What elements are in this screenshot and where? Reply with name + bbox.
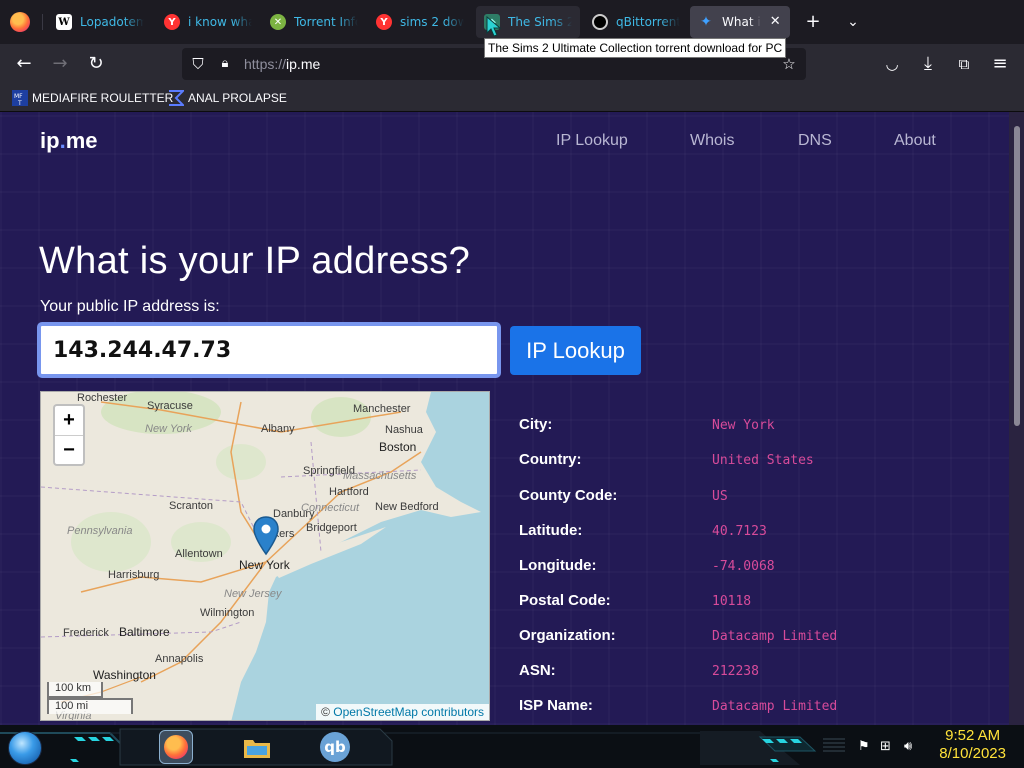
extensions-icon[interactable]: ⧉ (953, 53, 975, 75)
firefox-menu-icon[interactable] (10, 12, 30, 32)
map-attribution: © OpenStreetMap contributors (316, 704, 489, 720)
info-row-country: Country: United States (519, 451, 814, 468)
system-clock[interactable]: 9:52 AM 8/10/2023 (939, 727, 1006, 763)
volume-icon[interactable]: 🔊︎ (904, 739, 912, 754)
ip-address-input[interactable] (37, 322, 501, 378)
info-row-postal-code: Postal Code: 10118 (519, 592, 752, 609)
openstreetmap-link[interactable]: OpenStreetMap contributors (333, 705, 484, 719)
nav-dns[interactable]: DNS (798, 132, 832, 150)
site-logo[interactable]: ip.me (40, 128, 97, 154)
page-scrollbar[interactable] (1009, 112, 1024, 725)
info-row-latitude: Latitude: 40.7123 (519, 522, 767, 539)
pocket-icon[interactable]: ◡ (881, 53, 903, 75)
tab-what-is-my-ip[interactable]: ✦ What is my IP ✕ (690, 6, 790, 38)
svg-text:T: T (17, 100, 22, 106)
mouse-cursor-icon (486, 16, 502, 37)
nav-ip-lookup[interactable]: IP Lookup (556, 132, 628, 150)
zoom-out-button[interactable]: − (55, 435, 83, 464)
map-zoom-control: + − (53, 404, 85, 466)
nav-whois[interactable]: Whois (690, 132, 734, 150)
info-row-longitude: Longitude: -74.0068 (519, 557, 775, 574)
list-all-tabs-button[interactable]: ⌄ (842, 11, 864, 33)
url-text[interactable]: https://ip.me (244, 56, 320, 72)
taskbar-firefox[interactable] (159, 730, 193, 764)
ip-lookup-button[interactable]: IP Lookup (510, 326, 641, 375)
map-scale-mi: 100 mi (47, 698, 133, 714)
bookmarks-toolbar: MF T MEDIAFIRE ROULETTER ANAL PROLAPSE (0, 84, 1024, 112)
map-scale-km: 100 km (47, 682, 103, 698)
start-button[interactable] (8, 731, 42, 765)
padlock-icon[interactable]: 🔒︎ (216, 55, 234, 73)
action-center-flag-icon[interactable]: ⚑ (858, 739, 870, 754)
zoom-in-button[interactable]: + (55, 406, 83, 435)
ipme-favicon: ✦ (700, 14, 712, 30)
wikipedia-icon: W (56, 14, 72, 30)
tracking-protection-shield-icon[interactable]: ⛉ (189, 55, 207, 73)
bookmark-mediafire-rouletter[interactable]: MF T MEDIAFIRE ROULETTER (12, 89, 173, 107)
yandex-icon: Y (164, 14, 180, 30)
taskbar: qb ⚑ ⊞ 🔊︎ 9:52 AM 8/10/2023 (0, 725, 1024, 768)
location-map[interactable]: Rochester Syracuse New York Albany Manch… (40, 391, 490, 721)
ip-label: Your public IP address is: (40, 298, 220, 315)
file-explorer-icon (244, 740, 270, 758)
info-row-organization: Organization: Datacamp Limited (519, 627, 838, 644)
scrollbar-thumb[interactable] (1014, 126, 1020, 426)
downloads-icon[interactable]: ⤓ (917, 53, 939, 75)
taskbar-qbittorrent[interactable]: qb (318, 730, 352, 764)
reload-button[interactable]: ↻ (85, 53, 107, 75)
bookmark-anal-prolapse[interactable]: ANAL PROLAPSE (168, 89, 287, 107)
qbittorrent-icon: qb (320, 732, 350, 762)
page-title: What is your IP address? (39, 240, 471, 282)
info-row-asn: ASN: 212238 (519, 662, 759, 679)
tab-tooltip: The Sims 2 Ultimate Collection torrent d… (484, 38, 787, 58)
firefox-icon (164, 735, 188, 759)
back-button[interactable]: ← (13, 53, 35, 75)
webpage-ip-me: ip.me IP Lookup Whois DNS About What is … (0, 112, 1009, 725)
tab-sims-2-download[interactable]: Y sims 2 download (368, 6, 472, 38)
mediafire-icon: MFT (12, 90, 28, 106)
tab-separator (42, 14, 43, 30)
network-icon[interactable]: ⊞ (880, 739, 891, 754)
app-menu-icon[interactable]: ≡ (989, 53, 1011, 75)
tab-torrent-info[interactable]: ✕ Torrent Info (262, 6, 366, 38)
info-row-isp-name: ISP Name: Datacamp Limited (519, 697, 838, 714)
bookmark-site-icon (169, 90, 184, 106)
torrent-info-icon: ✕ (270, 14, 286, 30)
svg-text:MF: MF (14, 93, 23, 100)
info-row-country-code: County Code: US (519, 487, 728, 504)
tab-wikipedia[interactable]: W Lopadotemachoselachogaleokranioleipsan… (48, 6, 152, 38)
tab-i-know-what[interactable]: Y i know what (156, 6, 260, 38)
forward-button[interactable]: → (49, 53, 71, 75)
qbittorrent-favicon (592, 14, 608, 30)
taskbar-file-explorer[interactable] (240, 730, 274, 764)
location-marker-icon[interactable] (253, 516, 279, 556)
new-tab-button[interactable]: + (802, 11, 824, 33)
info-row-city: City: New York (519, 416, 775, 433)
close-tab-icon[interactable]: ✕ (769, 15, 782, 29)
taskbar-decoration (0, 728, 845, 766)
yandex-icon: Y (376, 14, 392, 30)
tab-qbittorrent[interactable]: qBittorrent (584, 6, 688, 38)
nav-about[interactable]: About (894, 132, 936, 150)
